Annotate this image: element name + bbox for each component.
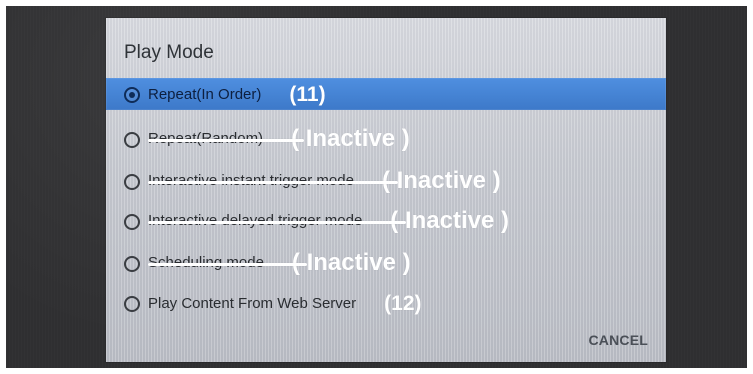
strike-line	[148, 263, 307, 266]
option-play-content-from-web-server[interactable]: Play Content From Web Server (12)	[106, 287, 666, 319]
strike-line	[148, 221, 406, 224]
radio-icon	[124, 131, 140, 148]
status-annotation: (11)	[289, 83, 326, 106]
option-interactive-delayed-trigger-mode[interactable]: Interactive delayed trigger mode ( Inact…	[106, 203, 666, 235]
option-label: Interactive instant trigger mode	[148, 172, 398, 190]
status-annotation: ( Inactive )	[390, 207, 509, 234]
play-mode-dialog: Play Mode Repeat(In Order) (11) Repeat(R…	[106, 18, 666, 362]
option-label: Repeat(In Order)	[148, 85, 262, 103]
option-label: Scheduling mode	[148, 254, 307, 272]
radio-icon	[124, 296, 140, 312]
option-label: Play Content From Web Server	[148, 294, 357, 312]
option-scheduling-mode[interactable]: Scheduling mode ( Inactive )	[106, 245, 666, 277]
status-annotation: ( Inactive )	[381, 167, 501, 194]
status-annotation: ( Inactive )	[291, 125, 410, 152]
status-annotation: (12)	[384, 292, 422, 315]
option-repeat-in-order[interactable]: Repeat(In Order) (11)	[106, 78, 666, 110]
radio-icon	[124, 213, 140, 230]
cancel-button[interactable]: CANCEL	[588, 332, 648, 348]
option-label: Interactive delayed trigger mode	[148, 212, 406, 230]
radio-icon	[124, 173, 140, 190]
strike-line	[148, 181, 398, 184]
dialog-title: Play Mode	[124, 42, 214, 63]
radio-icon	[124, 255, 140, 272]
option-repeat-random[interactable]: Repeat(Random) ( Inactive )	[106, 121, 666, 153]
option-label: Repeat(Random)	[148, 130, 304, 148]
radio-selected-icon	[124, 87, 140, 103]
strike-line	[148, 139, 304, 142]
option-interactive-instant-trigger-mode[interactable]: Interactive instant trigger mode ( Inact…	[106, 163, 666, 195]
status-annotation: ( Inactive )	[291, 249, 411, 276]
screen-background: Play Mode Repeat(In Order) (11) Repeat(R…	[6, 6, 747, 368]
